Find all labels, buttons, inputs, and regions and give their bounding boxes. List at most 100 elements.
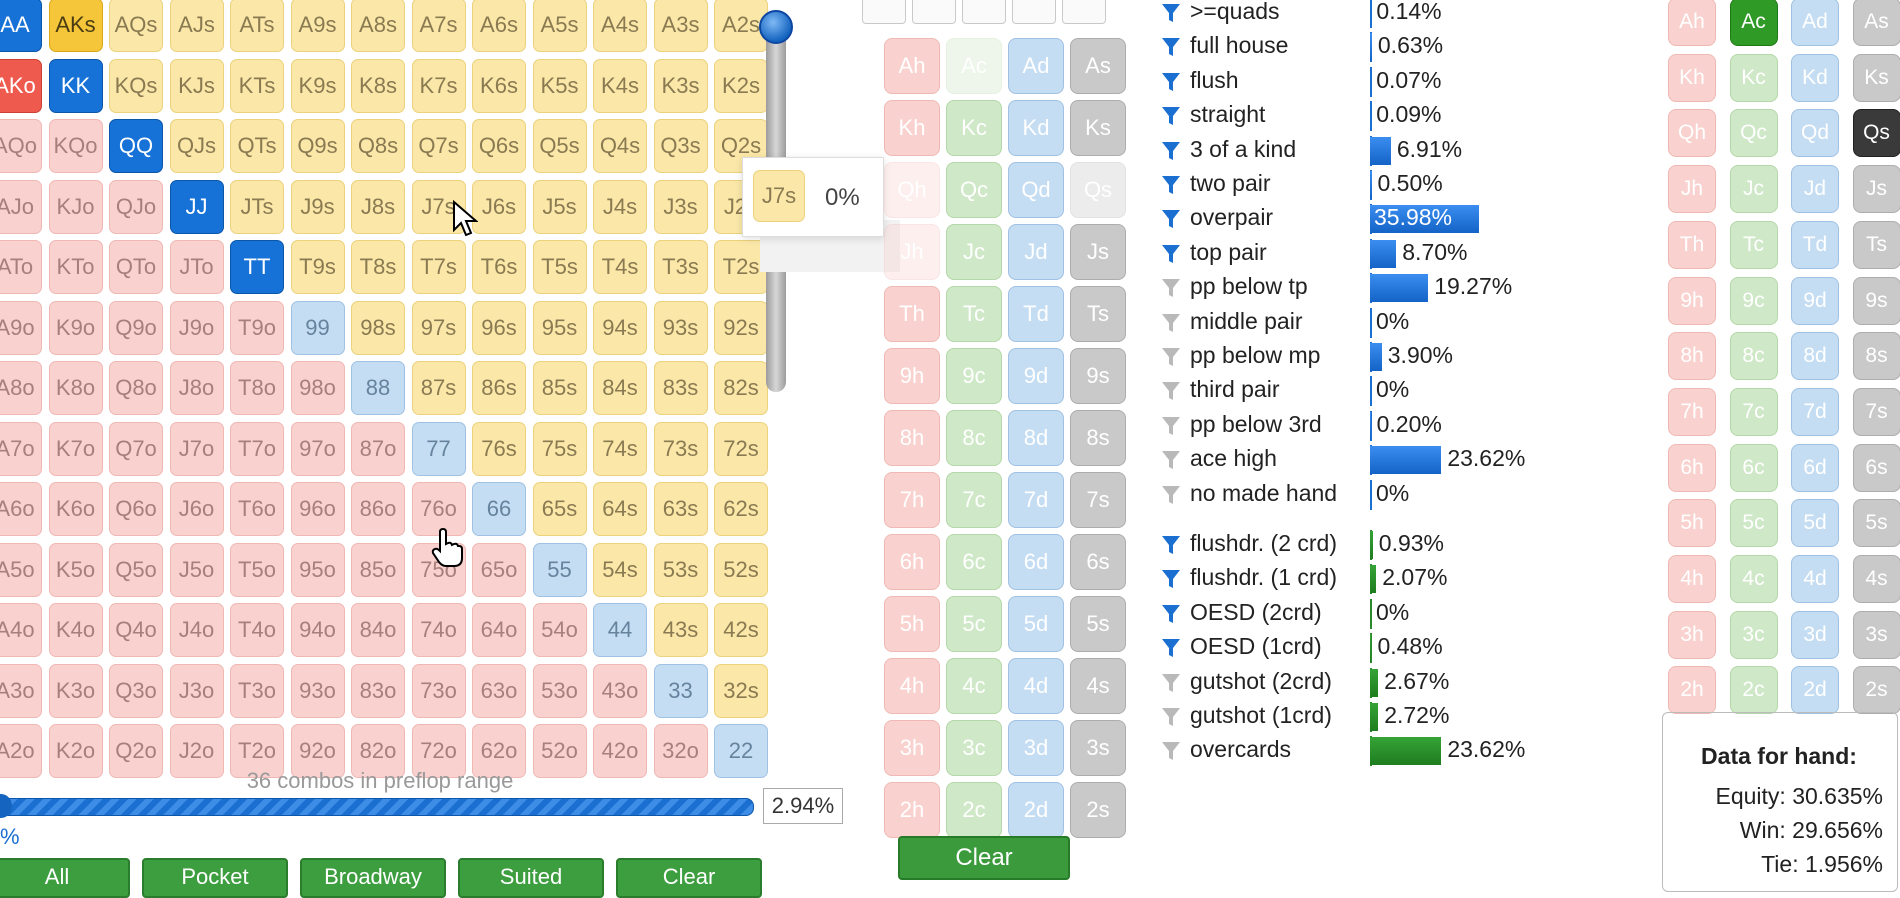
- hand-cell-QTo[interactable]: QTo: [109, 240, 163, 294]
- filter-icon[interactable]: [1160, 208, 1182, 230]
- hand-cell-77[interactable]: 77: [412, 422, 466, 476]
- hand-cell-T6s[interactable]: T6s: [472, 240, 526, 294]
- hand-cell-T4o[interactable]: T4o: [230, 603, 284, 657]
- hand-cell-JTo[interactable]: JTo: [170, 240, 224, 294]
- hand-card-3d[interactable]: 3d: [1791, 611, 1839, 659]
- hand-cell-JJ[interactable]: JJ: [170, 180, 224, 234]
- hand-card-Ah[interactable]: Ah: [1668, 0, 1716, 46]
- clear-range-button[interactable]: Clear: [616, 858, 762, 898]
- hand-cell-A9s[interactable]: A9s: [291, 0, 345, 52]
- hand-cell-73s[interactable]: 73s: [654, 422, 708, 476]
- hand-cell-J6o[interactable]: J6o: [170, 482, 224, 536]
- board-card-4h[interactable]: 4h: [884, 658, 940, 714]
- board-card-Kh[interactable]: Kh: [884, 100, 940, 156]
- hand-card-Th[interactable]: Th: [1668, 221, 1716, 269]
- board-card-3d[interactable]: 3d: [1008, 720, 1064, 776]
- hand-cell-QTs[interactable]: QTs: [230, 119, 284, 173]
- weight-slider-knob[interactable]: [759, 10, 793, 44]
- hand-cell-KJo[interactable]: KJo: [49, 180, 103, 234]
- hand-cell-ATs[interactable]: ATs: [230, 0, 284, 52]
- hand-card-4d[interactable]: 4d: [1791, 555, 1839, 603]
- board-card-9h[interactable]: 9h: [884, 348, 940, 404]
- hand-cell-86s[interactable]: 86s: [472, 361, 526, 415]
- hand-cell-AA[interactable]: AA: [0, 0, 42, 52]
- hand-card-3h[interactable]: 3h: [1668, 611, 1716, 659]
- hand-cell-K8s[interactable]: K8s: [351, 59, 405, 113]
- hand-cell-83s[interactable]: 83s: [654, 361, 708, 415]
- hand-card-2d[interactable]: 2d: [1791, 666, 1839, 714]
- hand-cell-87o[interactable]: 87o: [351, 422, 405, 476]
- hand-cell-A8o[interactable]: A8o: [0, 361, 42, 415]
- filter-icon[interactable]: [1160, 380, 1182, 402]
- filter-icon[interactable]: [1160, 71, 1182, 93]
- hand-cell-84s[interactable]: 84s: [593, 361, 647, 415]
- hand-cell-54s[interactable]: 54s: [593, 543, 647, 597]
- board-card-Ac[interactable]: Ac: [946, 38, 1002, 94]
- hand-cell-AKo[interactable]: AKo: [0, 59, 42, 113]
- hand-cell-65s[interactable]: 65s: [533, 482, 587, 536]
- board-card-7c[interactable]: 7c: [946, 472, 1002, 528]
- filter-icon[interactable]: [1160, 174, 1182, 196]
- filter-icon[interactable]: [1160, 277, 1182, 299]
- hand-card-6d[interactable]: 6d: [1791, 444, 1839, 492]
- hand-cell-K9o[interactable]: K9o: [49, 301, 103, 355]
- board-card-Ks[interactable]: Ks: [1070, 100, 1126, 156]
- hand-card-4c[interactable]: 4c: [1730, 555, 1778, 603]
- board-card-Qh[interactable]: Qh: [884, 162, 940, 218]
- hand-cell-J9o[interactable]: J9o: [170, 301, 224, 355]
- hand-cell-55[interactable]: 55: [533, 543, 587, 597]
- filter-icon[interactable]: [1160, 672, 1182, 694]
- board-card-Jh[interactable]: Jh: [884, 224, 940, 280]
- hand-cell-AKs[interactable]: AKs: [49, 0, 103, 52]
- hand-cell-85o[interactable]: 85o: [351, 543, 405, 597]
- board-card-8h[interactable]: 8h: [884, 410, 940, 466]
- hand-cell-63o[interactable]: 63o: [472, 664, 526, 718]
- hand-cell-Q6s[interactable]: Q6s: [472, 119, 526, 173]
- hand-cell-K5s[interactable]: K5s: [533, 59, 587, 113]
- hand-cell-82s[interactable]: 82s: [714, 361, 768, 415]
- hand-cell-63s[interactable]: 63s: [654, 482, 708, 536]
- hand-cell-A6o[interactable]: A6o: [0, 482, 42, 536]
- board-card-5h[interactable]: 5h: [884, 596, 940, 652]
- hand-card-5s[interactable]: 5s: [1853, 499, 1900, 547]
- hand-cell-K8o[interactable]: K8o: [49, 361, 103, 415]
- hand-cell-K5o[interactable]: K5o: [49, 543, 103, 597]
- hand-cell-96o[interactable]: 96o: [291, 482, 345, 536]
- hand-card-9d[interactable]: 9d: [1791, 277, 1839, 325]
- hand-card-9s[interactable]: 9s: [1853, 277, 1900, 325]
- hand-cell-64s[interactable]: 64s: [593, 482, 647, 536]
- hand-card-Ts[interactable]: Ts: [1853, 221, 1900, 269]
- hand-cell-32s[interactable]: 32s: [714, 664, 768, 718]
- board-card-As[interactable]: As: [1070, 38, 1126, 94]
- board-card-Ts[interactable]: Ts: [1070, 286, 1126, 342]
- board-card-Ad[interactable]: Ad: [1008, 38, 1064, 94]
- hand-card-Jh[interactable]: Jh: [1668, 165, 1716, 213]
- board-card-Js[interactable]: Js: [1070, 224, 1126, 280]
- hand-cell-T5o[interactable]: T5o: [230, 543, 284, 597]
- hand-cell-KTs[interactable]: KTs: [230, 59, 284, 113]
- hand-cell-JTs[interactable]: JTs: [230, 180, 284, 234]
- hand-cell-A7o[interactable]: A7o: [0, 422, 42, 476]
- hand-card-Kc[interactable]: Kc: [1730, 54, 1778, 102]
- hand-card-5c[interactable]: 5c: [1730, 499, 1778, 547]
- hand-cell-85s[interactable]: 85s: [533, 361, 587, 415]
- hand-cell-A6s[interactable]: A6s: [472, 0, 526, 52]
- filter-icon[interactable]: [1160, 449, 1182, 471]
- hand-cell-T5s[interactable]: T5s: [533, 240, 587, 294]
- filter-icon[interactable]: [1160, 312, 1182, 334]
- hand-cell-QJs[interactable]: QJs: [170, 119, 224, 173]
- hand-cell-52s[interactable]: 52s: [714, 543, 768, 597]
- hand-card-Kd[interactable]: Kd: [1791, 54, 1839, 102]
- hand-cell-T6o[interactable]: T6o: [230, 482, 284, 536]
- hand-cell-97o[interactable]: 97o: [291, 422, 345, 476]
- hand-cell-T7o[interactable]: T7o: [230, 422, 284, 476]
- hand-cell-62s[interactable]: 62s: [714, 482, 768, 536]
- hand-cell-95o[interactable]: 95o: [291, 543, 345, 597]
- hand-cell-T3o[interactable]: T3o: [230, 664, 284, 718]
- hand-cell-Q3o[interactable]: Q3o: [109, 664, 163, 718]
- board-card-2h[interactable]: 2h: [884, 782, 940, 838]
- hand-cell-J5s[interactable]: J5s: [533, 180, 587, 234]
- hand-cell-KTo[interactable]: KTo: [49, 240, 103, 294]
- hand-cell-A9o[interactable]: A9o: [0, 301, 42, 355]
- hand-card-7c[interactable]: 7c: [1730, 388, 1778, 436]
